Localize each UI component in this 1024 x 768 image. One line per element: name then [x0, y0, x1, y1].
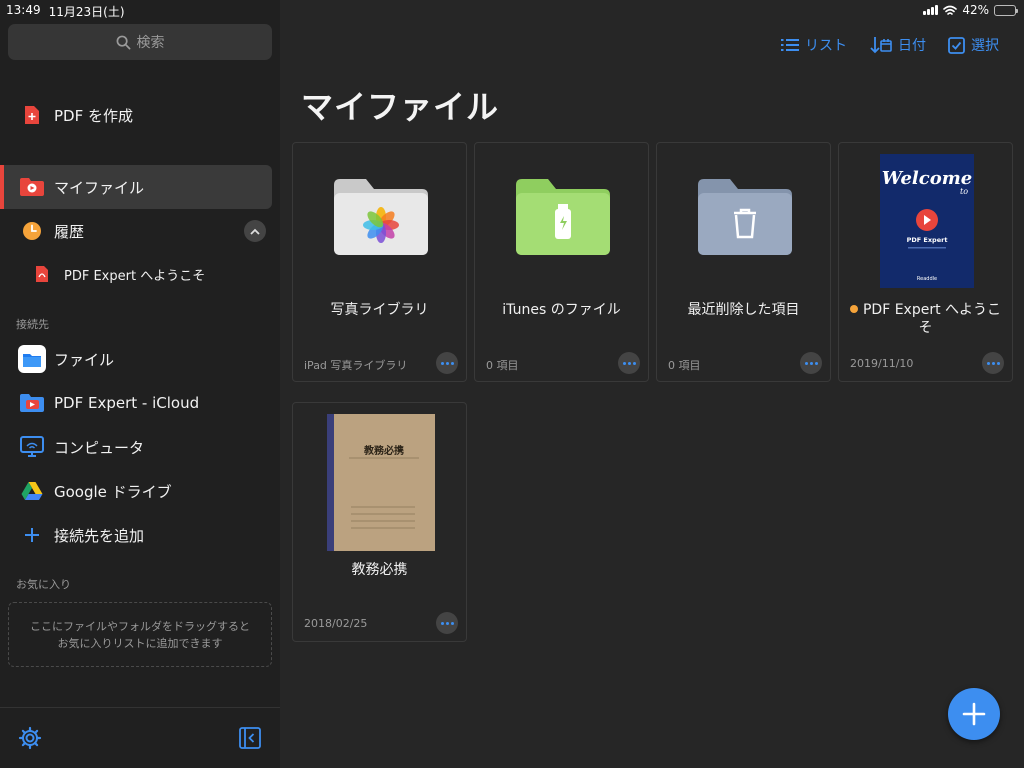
- more-options-icon[interactable]: [436, 352, 458, 374]
- sidebar-item-computer[interactable]: コンピュータ: [0, 425, 272, 469]
- collapse-sidebar-icon[interactable]: [238, 726, 262, 750]
- plus-icon: [18, 521, 46, 549]
- thumb-notebook-title: 教務必携: [363, 444, 404, 457]
- list-view-button[interactable]: リスト: [781, 34, 847, 56]
- file-name: iTunes のファイル: [502, 302, 621, 318]
- file-card-notebook[interactable]: 教務必携 教務必携 2018/02/25: [292, 402, 467, 642]
- file-name: 最近削除した項目: [687, 302, 800, 318]
- status-time: 13:49: [6, 3, 41, 17]
- computer-icon: [18, 433, 46, 461]
- search-placeholder: 検索: [136, 35, 165, 51]
- more-options-icon[interactable]: [618, 352, 640, 374]
- plus-icon: [962, 702, 986, 726]
- more-options-icon[interactable]: [982, 352, 1004, 374]
- create-pdf-button[interactable]: PDF を作成: [0, 93, 272, 137]
- history-item-welcome[interactable]: PDF Expert へようこそ: [0, 252, 272, 296]
- file-meta: 0 項目: [668, 359, 701, 372]
- file-card-welcome-pdf[interactable]: Welcome to PDF Expert Readdle PDF Expert へよ…: [838, 142, 1013, 382]
- search-icon: [116, 35, 130, 49]
- itunes-folder-icon: [475, 143, 650, 291]
- connection-label: PDF Expert - iCloud: [54, 394, 200, 412]
- list-icon: [781, 39, 799, 51]
- file-name: PDF Expert へようこそ: [849, 301, 1002, 337]
- files-app-icon: [18, 345, 46, 373]
- connections-heading: 接続先: [16, 318, 49, 331]
- connection-label: Google ドライブ: [54, 482, 172, 501]
- sidebar-item-history[interactable]: 履歴: [0, 209, 272, 253]
- wifi-icon: [943, 5, 958, 15]
- pdf-file-icon: [28, 260, 56, 288]
- sort-icon: [870, 37, 892, 54]
- sort-date-button[interactable]: 日付: [870, 34, 926, 56]
- unread-dot: [849, 305, 858, 313]
- file-card-photos[interactable]: 写真ライブラリ iPad 写真ライブラリ: [292, 142, 467, 382]
- clock-icon: [18, 217, 46, 245]
- thumb-welcome-to: to: [960, 187, 968, 196]
- status-bar-right: 42%: [923, 3, 1018, 17]
- thumb-brand: PDF Expert: [906, 236, 947, 244]
- date-sort-label: 日付: [898, 38, 926, 54]
- gear-icon[interactable]: [18, 726, 42, 750]
- notebook-thumbnail: 教務必携: [293, 403, 468, 551]
- add-connection-button[interactable]: 接続先を追加: [0, 513, 272, 557]
- file-meta: 2018/02/25: [304, 617, 368, 630]
- connection-label: 接続先を追加: [54, 526, 145, 545]
- my-files-label: マイファイル: [54, 178, 145, 197]
- select-button[interactable]: 選択: [948, 34, 999, 56]
- file-meta: 0 項目: [486, 359, 519, 372]
- search-input[interactable]: 検索: [8, 24, 272, 60]
- thumb-footer: Readdle: [916, 276, 936, 282]
- sidebar-item-files[interactable]: ファイル: [0, 337, 272, 381]
- chevron-up-icon[interactable]: [244, 220, 266, 242]
- file-card-recently-deleted[interactable]: 最近削除した項目 0 項目: [656, 142, 831, 382]
- battery-percent: 42%: [962, 3, 989, 17]
- list-label: リスト: [805, 38, 847, 54]
- file-meta: iPad 写真ライブラリ: [304, 359, 408, 372]
- battery-icon: [994, 4, 1018, 16]
- more-options-icon[interactable]: [436, 612, 458, 634]
- icloud-icon: [18, 389, 46, 417]
- sidebar-item-icloud[interactable]: PDF Expert - iCloud: [0, 381, 272, 425]
- app-root: 検索 PDF を作成 マイファイル 履歴 PDF Expert へようこそ 接続…: [0, 0, 1024, 768]
- divider: [0, 707, 280, 708]
- favorites-drop-zone[interactable]: ここにファイルやフォルダをドラッグすると お気に入りリストに追加できます: [8, 602, 272, 667]
- checkbox-icon: [948, 36, 965, 54]
- sidebar-item-google-drive[interactable]: Google ドライブ: [0, 469, 272, 513]
- sidebar-item-my-files[interactable]: マイファイル: [0, 165, 272, 209]
- pdf-expert-folder-icon: [18, 173, 46, 201]
- trash-folder-icon: [657, 143, 832, 291]
- file-name: 写真ライブラリ: [330, 302, 429, 318]
- file-name: 教務必携: [351, 562, 408, 578]
- pdf-thumbnail: Welcome to PDF Expert Readdle: [839, 143, 1014, 291]
- create-pdf-label: PDF を作成: [54, 106, 133, 125]
- add-button[interactable]: [948, 688, 1000, 740]
- file-meta: 2019/11/10: [850, 357, 914, 370]
- connection-label: ファイル: [54, 350, 115, 369]
- signal-icon: [923, 5, 939, 15]
- photos-folder-icon: [293, 143, 468, 291]
- more-options-icon[interactable]: [800, 352, 822, 374]
- google-drive-icon: [18, 477, 46, 505]
- status-date: 11月23日(土): [48, 5, 125, 19]
- select-label: 選択: [971, 38, 999, 54]
- favorites-heading: お気に入り: [16, 578, 71, 591]
- status-bar-left: 13:49 11月23日(土): [6, 3, 125, 20]
- connection-label: コンピュータ: [54, 438, 145, 457]
- sidebar: 検索 PDF を作成 マイファイル 履歴 PDF Expert へようこそ 接続…: [0, 0, 280, 768]
- pdf-add-icon: [18, 101, 46, 129]
- thumb-welcome-title: Welcome: [881, 168, 972, 189]
- file-card-itunes[interactable]: iTunes のファイル 0 項目: [474, 142, 649, 382]
- file-name-text: PDF Expert へようこそ: [862, 302, 1002, 336]
- history-label: 履歴: [54, 222, 85, 241]
- history-item-label: PDF Expert へようこそ: [64, 268, 206, 284]
- page-title: マイファイル: [301, 88, 500, 126]
